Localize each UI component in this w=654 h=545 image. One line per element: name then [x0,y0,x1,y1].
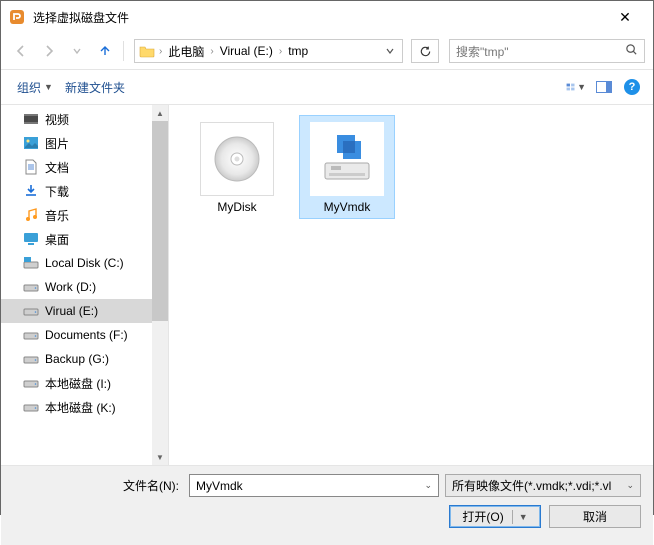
tree-item-label: 桌面 [45,231,69,248]
breadcrumb-segment[interactable]: 此电脑 [164,43,208,60]
chevron-right-icon[interactable]: › [157,46,164,57]
tree-item-label: Backup (G:) [45,352,109,366]
tree-item[interactable]: 下载 [1,179,168,203]
new-folder-button[interactable]: 新建文件夹 [59,75,131,100]
music-icon [23,207,39,223]
titlebar: 选择虚拟磁盘文件 ✕ [1,1,653,33]
scrollbar[interactable]: ▲ ▼ [152,105,168,465]
breadcrumb-segment[interactable]: Virual (E:) [216,44,277,58]
cancel-button[interactable]: 取消 [549,505,641,528]
nav-row: › 此电脑 › Virual (E:) › tmp 搜索"tmp" [1,33,653,69]
breadcrumb[interactable]: › 此电脑 › Virual (E:) › tmp [134,39,403,63]
tree-item[interactable]: Local Disk (C:) [1,251,168,275]
chevron-down-icon[interactable]: ⌄ [626,480,634,491]
forward-button[interactable] [37,39,61,63]
disk-icon [23,303,39,319]
chevron-down-icon[interactable]: ▼ [519,512,528,522]
file-label: MyVmdk [324,200,371,214]
disk-icon [23,399,39,415]
tree-item-label: Local Disk (C:) [45,256,124,270]
tree-item[interactable]: 音乐 [1,203,168,227]
app-icon [9,9,25,25]
tree-item[interactable]: 桌面 [1,227,168,251]
tree-item-label: 文档 [45,159,69,176]
tree-item-label: 视频 [45,111,69,128]
disk-win-icon [23,255,39,271]
download-icon [23,183,39,199]
picture-icon [23,135,39,151]
breadcrumb-segment[interactable]: tmp [284,44,312,58]
search-icon [625,43,638,59]
tree-item-label: 音乐 [45,207,69,224]
bottom-panel: 文件名(N): MyVmdk ⌄ 所有映像文件(*.vmdk;*.vdi;*.v… [1,465,653,545]
help-button[interactable]: ? [621,76,643,98]
chevron-down-icon[interactable]: ⌄ [424,480,432,491]
filter-text: 所有映像文件(*.vmdk;*.vdi;*.vl [452,477,611,494]
file-list[interactable]: MyDisk MyVmdk [169,105,653,465]
filename-label: 文件名(N): [13,477,183,494]
desktop-icon [23,231,39,247]
dialog-title: 选择虚拟磁盘文件 [33,9,605,26]
tree-item[interactable]: 本地磁盘 (I:) [1,371,168,395]
filetype-filter[interactable]: 所有映像文件(*.vmdk;*.vdi;*.vl ⌄ [445,474,641,497]
search-placeholder: 搜索"tmp" [456,43,625,60]
close-button[interactable]: ✕ [605,9,645,26]
scroll-thumb[interactable] [152,121,168,321]
nav-tree: 视频图片文档下载音乐桌面 Local Disk (C:) Work (D:) Viru… [1,105,169,465]
disk-icon [23,279,39,295]
disk-icon [23,327,39,343]
filename-input[interactable]: MyVmdk ⌄ [189,474,439,497]
chevron-right-icon[interactable]: › [277,46,284,57]
recent-dropdown[interactable] [65,39,89,63]
main-area: 视频图片文档下载音乐桌面 Local Disk (C:) Work (D:) Viru… [1,105,653,465]
tree-item-label: 本地磁盘 (I:) [45,375,111,392]
view-mode-button[interactable]: ▼ [565,76,587,98]
separator [123,41,124,61]
tree-item[interactable]: 图片 [1,131,168,155]
tree-item-label: Work (D:) [45,280,96,294]
scroll-track[interactable] [152,321,168,449]
tree-item[interactable]: Backup (G:) [1,347,168,371]
disk-icon [23,351,39,367]
file-label: MyDisk [217,200,256,214]
document-icon [23,159,39,175]
organize-button[interactable]: 组织 ▼ [11,75,59,100]
tree-item-label: 下载 [45,183,69,200]
tree-item[interactable]: Documents (F:) [1,323,168,347]
breadcrumb-dropdown[interactable] [380,44,400,58]
tree-item[interactable]: Virual (E:) [1,299,168,323]
toolbar: 组织 ▼ 新建文件夹 ▼ ? [1,70,653,104]
scroll-up-button[interactable]: ▲ [152,105,168,121]
tree-item[interactable]: Work (D:) [1,275,168,299]
back-button[interactable] [9,39,33,63]
scroll-down-button[interactable]: ▼ [152,449,168,465]
tree-item[interactable]: 文档 [1,155,168,179]
chevron-down-icon: ▼ [44,82,53,92]
open-button[interactable]: 打开(O) ▼ [449,505,541,528]
disk-icon [23,375,39,391]
disc-icon [200,122,274,196]
up-button[interactable] [93,39,117,63]
tree-item-label: Virual (E:) [45,304,98,318]
file-item[interactable]: MyVmdk [299,115,395,219]
refresh-button[interactable] [411,39,439,63]
vmdk-icon [310,122,384,196]
filename-value: MyVmdk [196,479,243,493]
tree-item[interactable]: 本地磁盘 (K:) [1,395,168,419]
file-item[interactable]: MyDisk [189,115,285,219]
search-input[interactable]: 搜索"tmp" [449,39,645,63]
tree-item-label: 本地磁盘 (K:) [45,399,116,416]
chevron-down-icon: ▼ [577,82,586,92]
folder-icon [137,41,157,61]
chevron-right-icon[interactable]: › [208,46,215,57]
video-icon [23,111,39,127]
tree-item[interactable]: 视频 [1,107,168,131]
preview-pane-button[interactable] [593,76,615,98]
tree-item-label: Documents (F:) [45,328,128,342]
tree-item-label: 图片 [45,135,69,152]
